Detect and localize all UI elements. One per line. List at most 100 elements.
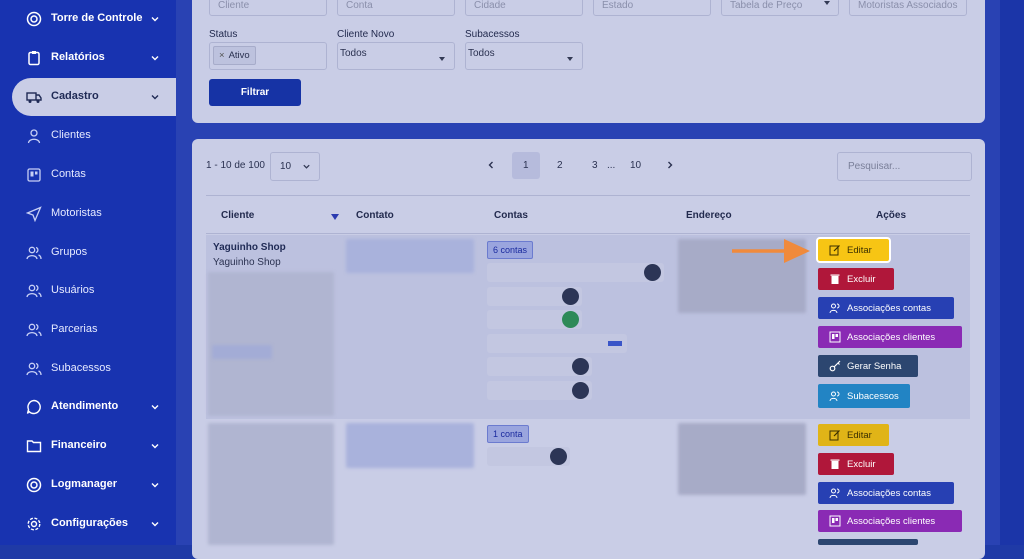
sidebar-item-contas[interactable]: Contas (0, 156, 176, 194)
filter-motoristas[interactable]: Motoristas Associados (849, 0, 967, 16)
filter-cliente[interactable]: Cliente (209, 0, 327, 16)
account-chip[interactable] (487, 447, 570, 466)
subaccess-label: Subacessos (847, 390, 899, 402)
assoc-clients-button[interactable]: Associações clientes (818, 510, 962, 532)
filter-placeholder: Estado (602, 0, 634, 11)
edit-icon (829, 245, 840, 256)
caret-down-icon (567, 57, 573, 61)
accounts-badge: 1 conta (487, 425, 529, 443)
redacted-client-info (208, 272, 334, 416)
col-acoes: Ações (876, 210, 907, 221)
filter-conta[interactable]: Conta (337, 0, 455, 16)
generate-password-button[interactable] (818, 539, 918, 545)
delete-button[interactable]: Excluir (818, 268, 894, 290)
cloud-icon (644, 264, 661, 281)
sidebar-item-configuracoes[interactable]: Configurações (0, 505, 176, 543)
sort-down-icon[interactable] (331, 213, 339, 221)
account-chip[interactable] (487, 357, 592, 376)
trash-icon (830, 459, 840, 469)
subacessos-select[interactable]: Todos (465, 42, 583, 70)
filter-placeholder: Cidade (474, 0, 506, 11)
header-divider (206, 233, 970, 234)
sidebar-item-relatorios[interactable]: Relatórios (0, 39, 176, 77)
chevron-down-icon (151, 522, 159, 527)
chat-icon (26, 399, 41, 415)
filter-tabela-preco[interactable]: Tabela de Preço (721, 0, 839, 16)
chevron-down-icon (303, 164, 310, 169)
edit-button[interactable]: Editar (818, 424, 889, 446)
account-chip[interactable] (487, 334, 627, 353)
assoc-clients-label: Associações clientes (847, 331, 936, 343)
box-icon (562, 288, 579, 305)
generate-password-button[interactable]: Gerar Senha (818, 355, 918, 377)
col-cliente[interactable]: Cliente (221, 210, 254, 221)
users-icon (829, 303, 840, 314)
sidebar-item-motoristas[interactable]: Motoristas (0, 195, 176, 233)
page-2[interactable]: 2 (557, 160, 563, 171)
search-input[interactable]: Pesquisar... (837, 152, 972, 181)
sidebar-item-usuarios[interactable]: Usuários (0, 272, 176, 310)
sidebar-item-label: Torre de Controle (51, 12, 143, 24)
subaccess-button[interactable]: Subacessos (818, 384, 910, 408)
filter-estado[interactable]: Estado (593, 0, 711, 16)
page-10[interactable]: 10 (630, 160, 641, 171)
delete-button[interactable]: Excluir (818, 453, 894, 475)
page-ellipsis: ... (607, 160, 616, 171)
sidebar-item-parcerias[interactable]: Parcerias (0, 311, 176, 349)
chevron-down-icon (151, 444, 159, 449)
sidebar-item-label: Clientes (51, 129, 91, 141)
chevron-down-icon (151, 17, 159, 22)
edit-button[interactable]: Editar (818, 239, 889, 261)
sidebar-item-grupos[interactable]: Grupos (0, 234, 176, 272)
users-icon (26, 323, 42, 337)
board-icon (829, 515, 841, 527)
redacted-address (678, 423, 806, 495)
edit-icon (829, 430, 840, 441)
sidebar-item-logmanager[interactable]: Logmanager (0, 466, 176, 504)
chevron-down-icon (151, 56, 159, 61)
edit-label: Editar (847, 244, 872, 256)
sidebar-item-clientes[interactable]: Clientes (0, 117, 176, 155)
sidebar-item-atendimento[interactable]: Atendimento (0, 388, 176, 426)
account-chip[interactable] (487, 310, 582, 329)
sidebar-item-subacessos[interactable]: Subacessos (0, 350, 176, 388)
col-contato: Contato (356, 210, 394, 221)
truck-icon (26, 92, 42, 103)
page-1[interactable]: 1 (523, 160, 529, 171)
filter-cidade[interactable]: Cidade (465, 0, 583, 16)
client-name: Yaguinho Shop (213, 242, 286, 253)
sidebar-item-label: Parcerias (51, 323, 98, 335)
cliente-novo-select[interactable]: Todos (337, 42, 455, 70)
assoc-accounts-button[interactable]: Associações contas (818, 482, 954, 504)
assoc-clients-button[interactable]: Associações clientes (818, 326, 962, 348)
filter-placeholder: Tabela de Preço (730, 0, 803, 11)
account-chip[interactable] (487, 287, 582, 306)
search-placeholder: Pesquisar... (848, 161, 901, 172)
sidebar-item-financeiro[interactable]: Financeiro (0, 427, 176, 465)
page-size-select[interactable]: 10 (270, 152, 320, 181)
pointer-arrow-icon (732, 239, 810, 263)
status-chip[interactable]: × Ativo (213, 46, 256, 65)
right-edge (1000, 0, 1024, 545)
accounts-badge: 6 contas (487, 241, 534, 259)
filter-button[interactable]: Filtrar (209, 79, 301, 106)
assoc-accounts-button[interactable]: Associações contas (818, 297, 954, 319)
page-size-value: 10 (280, 161, 292, 172)
sidebar-item-torre-de-controle[interactable]: Torre de Controle (0, 0, 176, 38)
page-3[interactable]: 3 (592, 160, 598, 171)
status-select[interactable]: × Ativo (209, 42, 327, 70)
remove-chip-icon[interactable]: × (219, 50, 225, 61)
status-label: Status (209, 29, 238, 40)
account-chip[interactable] (487, 381, 592, 400)
sidebar-item-label: Logmanager (51, 478, 118, 490)
chevron-down-icon (151, 483, 159, 488)
col-contas: Contas (494, 210, 528, 221)
sidebar-item-cadastro[interactable]: Cadastro (12, 78, 192, 116)
prev-page-icon[interactable] (486, 160, 496, 170)
target-icon (26, 477, 42, 493)
next-page-icon[interactable] (665, 160, 675, 170)
users-icon (26, 362, 42, 376)
caret-down-icon (439, 57, 445, 61)
redacted-client-info (212, 345, 272, 359)
account-chip[interactable] (487, 263, 664, 282)
